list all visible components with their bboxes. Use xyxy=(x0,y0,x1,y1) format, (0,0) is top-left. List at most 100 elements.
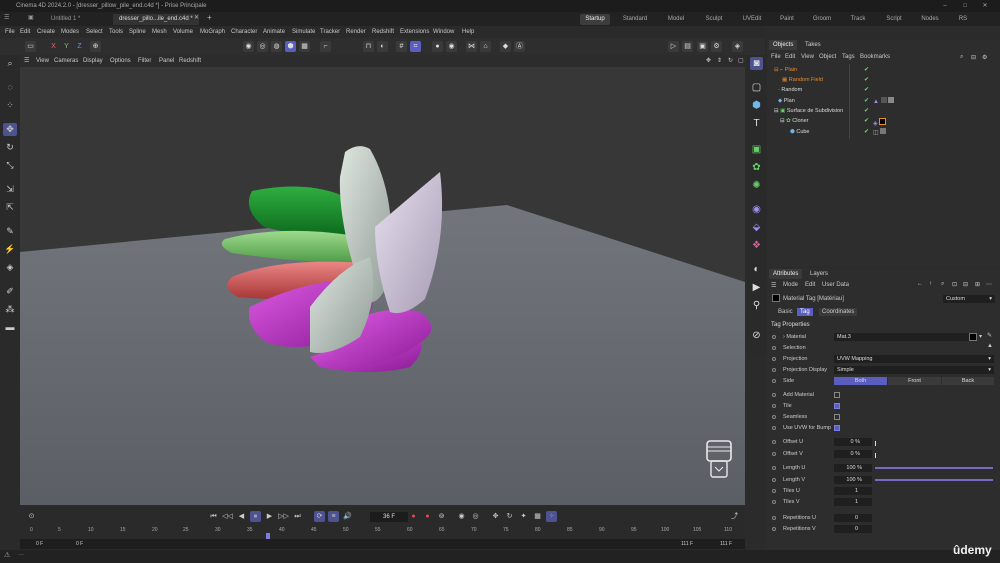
object-row-cube[interactable]: ⬢ Cube xyxy=(770,127,870,137)
keyframe-dot-icon[interactable] xyxy=(772,500,776,504)
eyedropper-icon[interactable]: ✎ xyxy=(987,332,992,339)
selection-tools-icon[interactable]: ⁘ xyxy=(3,99,17,112)
material-tag-selected-icon[interactable] xyxy=(879,118,887,125)
menu-simulate[interactable]: Simulate xyxy=(292,26,315,38)
keyframe-dot-icon[interactable] xyxy=(772,489,776,493)
camera-view-icon[interactable]: ◙ xyxy=(750,57,763,70)
attributes-menu-mode[interactable]: Mode xyxy=(783,282,798,288)
objects-filter-icon[interactable]: ⊟ xyxy=(971,54,976,61)
enabled-check-icon[interactable]: ✔ xyxy=(864,87,870,93)
length-v-slider[interactable] xyxy=(875,479,993,481)
key-param-icon[interactable]: ✦ xyxy=(518,511,529,522)
material-field[interactable]: Mat.3 xyxy=(834,333,972,341)
knife-tool-icon[interactable]: ⚡ xyxy=(3,243,17,256)
objects-menu-edit[interactable]: Edit xyxy=(785,54,795,60)
render-region-icon[interactable]: ▤ xyxy=(682,41,693,52)
current-frame-field[interactable]: 36 F xyxy=(370,512,408,522)
attributes-menu-user-data[interactable]: User Data xyxy=(822,282,849,288)
menu-mograph[interactable]: MoGraph xyxy=(200,26,225,38)
spline-icon[interactable]: ▣ xyxy=(750,143,763,156)
generator-icon[interactable]: ✿ xyxy=(750,161,763,174)
keyframe-dot-icon[interactable] xyxy=(772,368,776,372)
edges-mode-icon[interactable]: ◍ xyxy=(271,41,282,52)
layer-icon[interactable]: ⊘ xyxy=(750,329,763,342)
attributes-more-icon[interactable]: ⋯ xyxy=(986,281,992,288)
go-to-end-icon[interactable]: ⏭ xyxy=(292,511,303,522)
key-move-icon[interactable]: ✥ xyxy=(490,511,501,522)
menu-modes[interactable]: Modes xyxy=(61,26,79,38)
keyframe-dot-icon[interactable] xyxy=(772,527,776,531)
axis-y-button[interactable]: Y xyxy=(61,41,72,52)
light-icon[interactable]: ⚲ xyxy=(750,299,763,312)
tiles-v-field[interactable]: 1 xyxy=(834,498,872,506)
solo-icon[interactable]: ◉ xyxy=(446,41,457,52)
axis-x-button[interactable]: X xyxy=(48,41,59,52)
viewport-menu-view[interactable]: View xyxy=(36,55,49,67)
field-icon[interactable]: ⬙ xyxy=(750,221,763,234)
lock-icon[interactable]: ▣ xyxy=(28,14,34,21)
square-icon[interactable]: ▢ xyxy=(750,81,763,94)
brush-tool-icon[interactable]: ✐ xyxy=(3,285,17,298)
doc-tab-untitled[interactable]: Untitled 1 * xyxy=(45,14,86,25)
side-front-button[interactable]: Front xyxy=(888,377,941,385)
record-icon[interactable]: ● xyxy=(408,511,419,522)
render-icon[interactable]: Ⓐ xyxy=(514,41,525,52)
cube-icon[interactable]: ⬢ xyxy=(750,99,763,112)
objects-menu-file[interactable]: File xyxy=(771,54,781,60)
menu-help[interactable]: Help xyxy=(462,26,474,38)
viewport-orbit-icon[interactable]: ⇕ xyxy=(717,55,722,67)
add-material-checkbox[interactable] xyxy=(834,392,840,398)
keyframe-dot-icon[interactable] xyxy=(772,357,776,361)
move-tool-icon[interactable]: ✥ xyxy=(3,123,17,136)
tag-icon[interactable]: ◈ xyxy=(873,121,878,127)
polygon-pen-icon[interactable]: ◈ xyxy=(3,261,17,274)
menu-volume[interactable]: Volume xyxy=(173,26,193,38)
seamless-checkbox[interactable] xyxy=(834,414,840,420)
layout-sculpt[interactable]: Sculpt xyxy=(700,14,728,25)
previous-key-icon[interactable]: ◁◁ xyxy=(222,511,233,522)
menu-character[interactable]: Character xyxy=(231,26,257,38)
render-view-icon[interactable]: ▷ xyxy=(668,41,679,52)
length-u-field[interactable]: 100 % xyxy=(834,464,872,472)
menu-extensions[interactable]: Extensions xyxy=(400,26,429,38)
placement-tool-icon[interactable]: ⇱ xyxy=(3,201,17,214)
back-arrow-icon[interactable]: ← xyxy=(917,281,923,287)
subtab-coordinates[interactable]: Coordinates xyxy=(819,308,858,316)
grid-snap-icon[interactable]: ⌗ xyxy=(410,41,421,52)
offset-u-field[interactable]: 0 % xyxy=(834,438,872,446)
close-icon[interactable]: ✕ xyxy=(975,0,995,12)
keyframe-dot-icon[interactable] xyxy=(772,426,776,430)
layout-track[interactable]: Track xyxy=(846,14,870,25)
tag-icon[interactable]: ◫ xyxy=(873,130,879,136)
maximize-icon[interactable]: □ xyxy=(955,0,975,12)
menu-icon[interactable]: ☰ xyxy=(4,14,9,21)
lock-icon[interactable]: ⊡ xyxy=(952,281,957,288)
layout-rs[interactable]: RS xyxy=(955,14,971,25)
preview-range-bar[interactable]: 0 F 0 F 111 F 111 F xyxy=(20,539,745,549)
custom-dropdown[interactable]: Custom ▾ xyxy=(943,295,995,303)
object-row-random[interactable]: · Random xyxy=(770,85,870,95)
layout-standard[interactable]: Standard xyxy=(620,14,650,25)
viewport-menu-filter[interactable]: Filter xyxy=(138,55,151,67)
subtab-tag[interactable]: Tag xyxy=(797,308,813,316)
new-panel-icon[interactable]: ⊞ xyxy=(975,281,980,288)
menu-file[interactable]: File xyxy=(5,26,15,38)
measure-tool-icon[interactable]: ▬ xyxy=(3,321,17,334)
rotate-tool-icon[interactable]: ↻ xyxy=(3,141,17,154)
uv-mode-icon[interactable]: ▦ xyxy=(299,41,310,52)
objects-menu-view[interactable]: View xyxy=(801,54,814,60)
coordinate-system-icon[interactable]: ⊕ xyxy=(90,41,101,52)
layout-paint[interactable]: Paint xyxy=(775,14,799,25)
layout-model[interactable]: Model xyxy=(662,14,690,25)
range-end-field[interactable]: 111 F xyxy=(681,539,693,549)
key-point-icon[interactable]: ⁘ xyxy=(546,511,557,522)
axis-mode-icon[interactable]: ⌐ xyxy=(320,41,331,52)
projection-dropdown[interactable]: UVW Mapping ▾ xyxy=(834,355,994,363)
object-row-cloner[interactable]: ⊟ ✿ Cloner xyxy=(770,116,870,126)
cube-tags[interactable]: ◫ xyxy=(873,128,893,136)
render-picture-viewer-icon[interactable]: ▣ xyxy=(697,41,708,52)
keyframe-dot-icon[interactable] xyxy=(772,516,776,520)
keyframe-dot-icon[interactable] xyxy=(772,379,776,383)
transform-tool-icon[interactable]: ⇲ xyxy=(3,183,17,196)
layout-groom[interactable]: Groom xyxy=(810,14,834,25)
